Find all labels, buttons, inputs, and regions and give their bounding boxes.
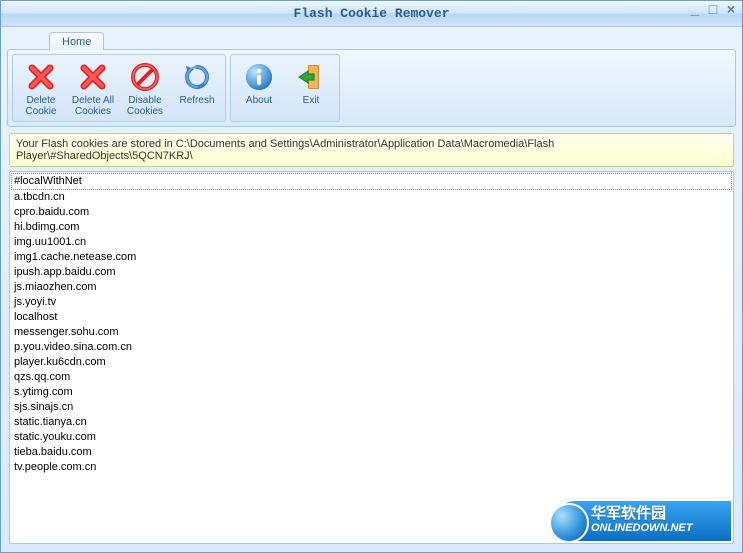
maximize-button[interactable]: □ <box>706 4 720 18</box>
exit-icon <box>295 61 327 93</box>
list-item[interactable]: localhost <box>11 310 732 325</box>
delete-all-label: Delete AllCookies <box>72 95 114 117</box>
watermark-cn: 华军软件园 <box>591 507 692 521</box>
list-item[interactable]: cpro.baidu.com <box>11 205 732 220</box>
disable-cookies-button[interactable]: DisableCookies <box>119 57 171 119</box>
list-item[interactable]: s.ytimg.com <box>11 385 732 400</box>
close-button[interactable]: × <box>724 4 738 18</box>
list-item[interactable]: js.miaozhen.com <box>11 280 732 295</box>
list-item[interactable]: tieba.baidu.com <box>11 445 732 460</box>
list-item[interactable]: tv.people.com.cn <box>11 460 732 475</box>
tab-home-label: Home <box>62 36 91 48</box>
about-button[interactable]: About <box>233 57 285 119</box>
x-red-icon <box>77 61 109 93</box>
ribbon-tabstrip: Home <box>1 27 742 49</box>
titlebar: Flash Cookie Remover _ □ × <box>1 1 742 27</box>
refresh-label: Refresh <box>179 95 214 106</box>
delete-cookie-button[interactable]: DeleteCookie <box>15 57 67 119</box>
about-label: About <box>246 95 272 106</box>
ribbon-group-app: About Exit <box>230 54 340 122</box>
app-window: Flash Cookie Remover _ □ × Home DeleteCo… <box>0 0 743 553</box>
disable-label: DisableCookies <box>127 95 163 117</box>
minimize-button[interactable]: _ <box>688 4 702 18</box>
delete-cookie-label: DeleteCookie <box>25 95 56 117</box>
list-item[interactable]: hi.bdimg.com <box>11 220 732 235</box>
list-item[interactable]: p.you.video.sina.com.cn <box>11 340 732 355</box>
list-item[interactable]: sjs.sinajs.cn <box>11 400 732 415</box>
cookie-list-panel: #localWithNeta.tbcdn.cncpro.baidu.comhi.… <box>9 171 734 544</box>
list-item[interactable]: qzs.qq.com <box>11 370 732 385</box>
exit-button[interactable]: Exit <box>285 57 337 119</box>
ribbon: DeleteCookie Delete AllCookies <box>7 49 736 127</box>
list-item[interactable]: img1.cache.netease.com <box>11 250 732 265</box>
list-item[interactable]: #localWithNet <box>11 173 732 190</box>
exit-label: Exit <box>303 95 320 106</box>
storage-path-banner: Your Flash cookies are stored in C:\Docu… <box>9 133 734 167</box>
info-icon <box>243 61 275 93</box>
list-item[interactable]: ipush.app.baidu.com <box>11 265 732 280</box>
cookie-list[interactable]: #localWithNeta.tbcdn.cncpro.baidu.comhi.… <box>10 172 733 476</box>
watermark-en: ONLINEDOWN.NET <box>591 521 692 535</box>
storage-path-text: Your Flash cookies are stored in C:\Docu… <box>16 138 554 162</box>
list-item[interactable]: messenger.sohu.com <box>11 325 732 340</box>
refresh-icon <box>181 61 213 93</box>
x-red-icon <box>25 61 57 93</box>
tab-home[interactable]: Home <box>49 32 104 50</box>
list-item[interactable]: js.yoyi.tv <box>11 295 732 310</box>
list-item[interactable]: static.tianya.cn <box>11 415 732 430</box>
refresh-button[interactable]: Refresh <box>171 57 223 119</box>
window-title: Flash Cookie Remover <box>293 6 449 21</box>
list-item[interactable]: img.uu1001.cn <box>11 235 732 250</box>
no-entry-icon <box>129 61 161 93</box>
globe-icon <box>549 503 589 543</box>
watermark-badge: 华军软件园 ONLINEDOWN.NET <box>553 499 733 543</box>
delete-all-button[interactable]: Delete AllCookies <box>67 57 119 119</box>
list-item[interactable]: static.youku.com <box>11 430 732 445</box>
list-item[interactable]: player.ku6cdn.com <box>11 355 732 370</box>
list-item[interactable]: a.tbcdn.cn <box>11 190 732 205</box>
ribbon-group-cookies: DeleteCookie Delete AllCookies <box>12 54 226 122</box>
